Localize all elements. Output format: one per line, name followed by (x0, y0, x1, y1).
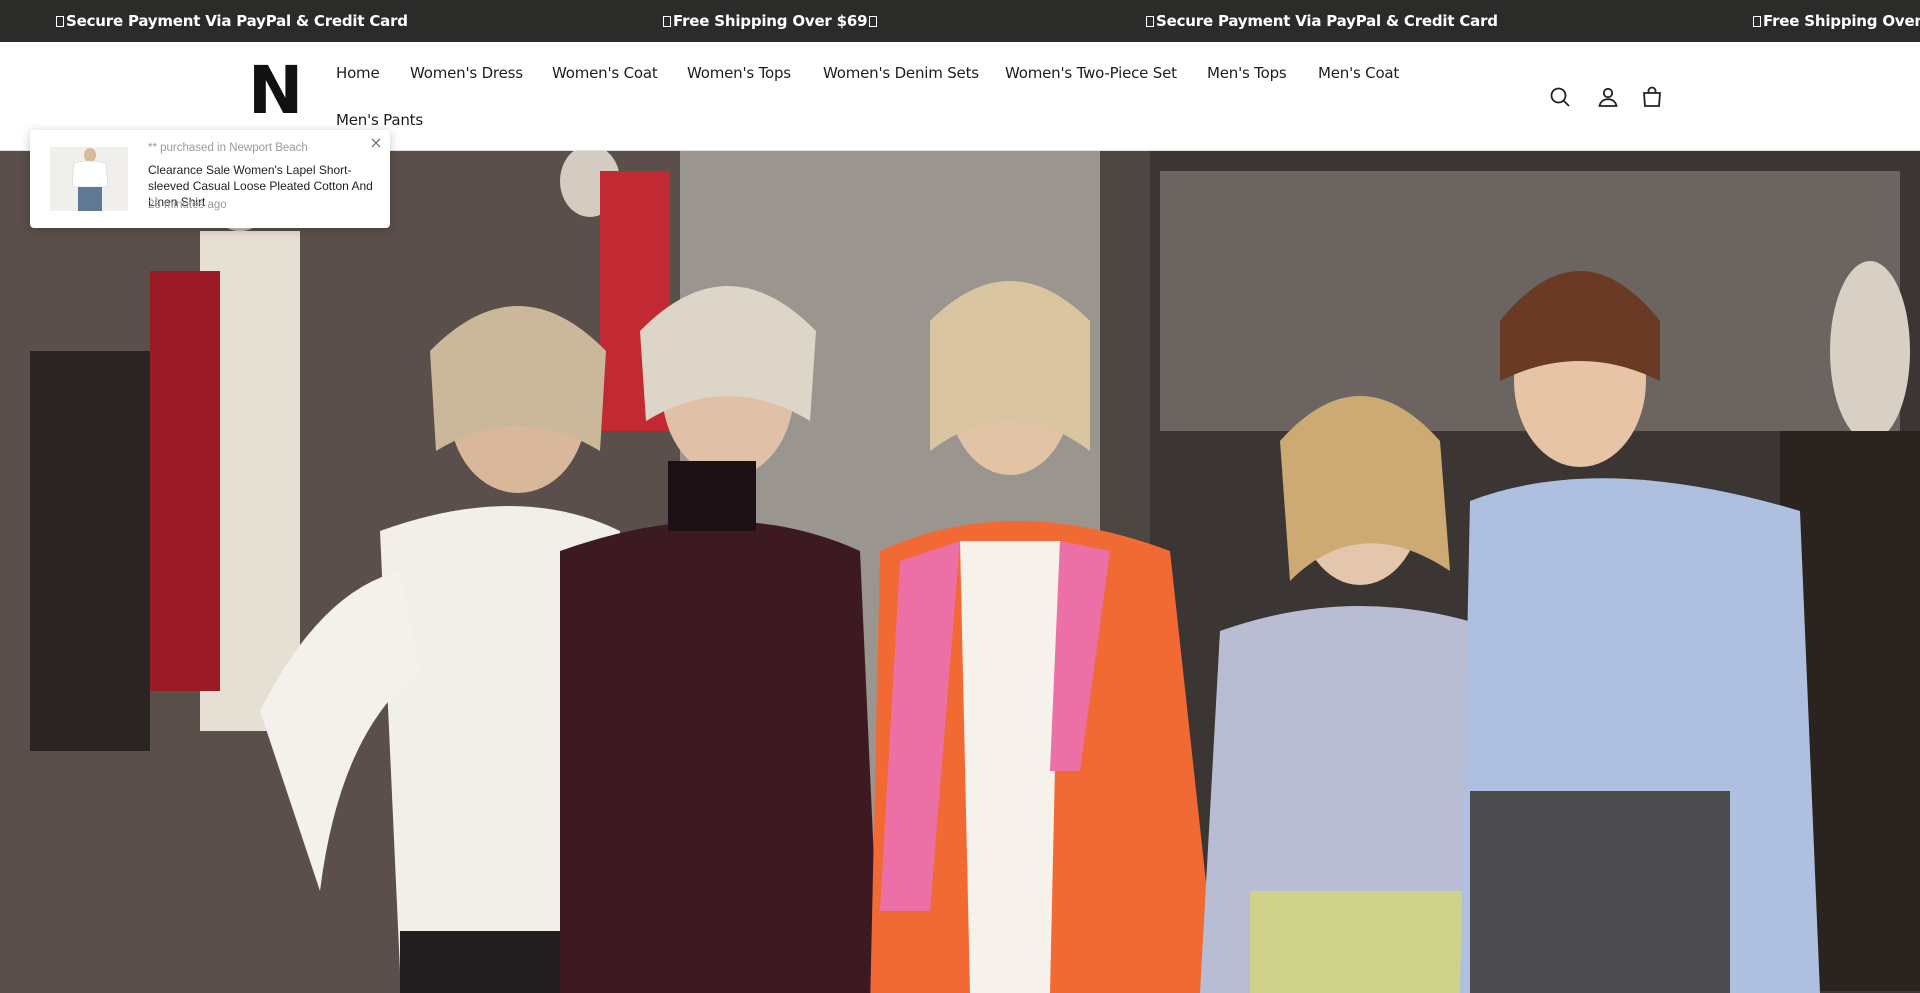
announcement-item: Free Shipping Over $69 (663, 12, 878, 30)
announcement-text: Free Shipping Over $69 (673, 12, 868, 30)
nav-mens-coat[interactable]: Men's Coat (1318, 64, 1399, 82)
search-icon[interactable] (1548, 85, 1572, 109)
popup-timestamp: 28 minutes ago (148, 199, 227, 211)
recent-purchase-popup[interactable]: ** purchased in Newport Beach Clearance … (30, 130, 390, 228)
nav-womens-two-piece-set[interactable]: Women's Two-Piece Set (1005, 64, 1177, 82)
popup-location: ** purchased in Newport Beach (148, 142, 308, 154)
nav-womens-tops[interactable]: Women's Tops (687, 64, 791, 82)
announcement-item: Secure Payment Via PayPal & Credit Card (56, 12, 408, 30)
announcement-item: Free Shipping Over $6 (1753, 12, 1920, 30)
nav-womens-denim-sets[interactable]: Women's Denim Sets (823, 64, 979, 82)
nav-home[interactable]: Home (336, 64, 380, 82)
product-image (50, 147, 128, 211)
nav-womens-dress[interactable]: Women's Dress (410, 64, 523, 82)
hero-photo (0, 151, 1920, 993)
site-logo[interactable]: N (248, 58, 303, 124)
product-thumbnail[interactable] (50, 147, 128, 211)
announcement-item: Secure Payment Via PayPal & Credit Card (1146, 12, 1498, 30)
nav-mens-pants[interactable]: Men's Pants (336, 111, 423, 129)
truck-icon (869, 16, 878, 27)
lock-icon (1146, 16, 1154, 27)
hero-banner[interactable] (0, 151, 1920, 993)
nav-womens-coat[interactable]: Women's Coat (552, 64, 658, 82)
announcement-text: Secure Payment Via PayPal & Credit Card (66, 12, 408, 30)
announcement-text: Free Shipping Over $6 (1763, 12, 1920, 30)
truck-icon (663, 16, 671, 27)
cart-icon[interactable] (1640, 85, 1664, 109)
announcement-text: Secure Payment Via PayPal & Credit Card (1156, 12, 1498, 30)
truck-icon (1753, 16, 1761, 27)
nav-mens-tops[interactable]: Men's Tops (1207, 64, 1287, 82)
announcement-bar: Secure Payment Via PayPal & Credit Card … (0, 0, 1920, 42)
lock-icon (56, 16, 64, 27)
close-icon[interactable]: × (368, 135, 384, 151)
account-icon[interactable] (1596, 85, 1620, 109)
